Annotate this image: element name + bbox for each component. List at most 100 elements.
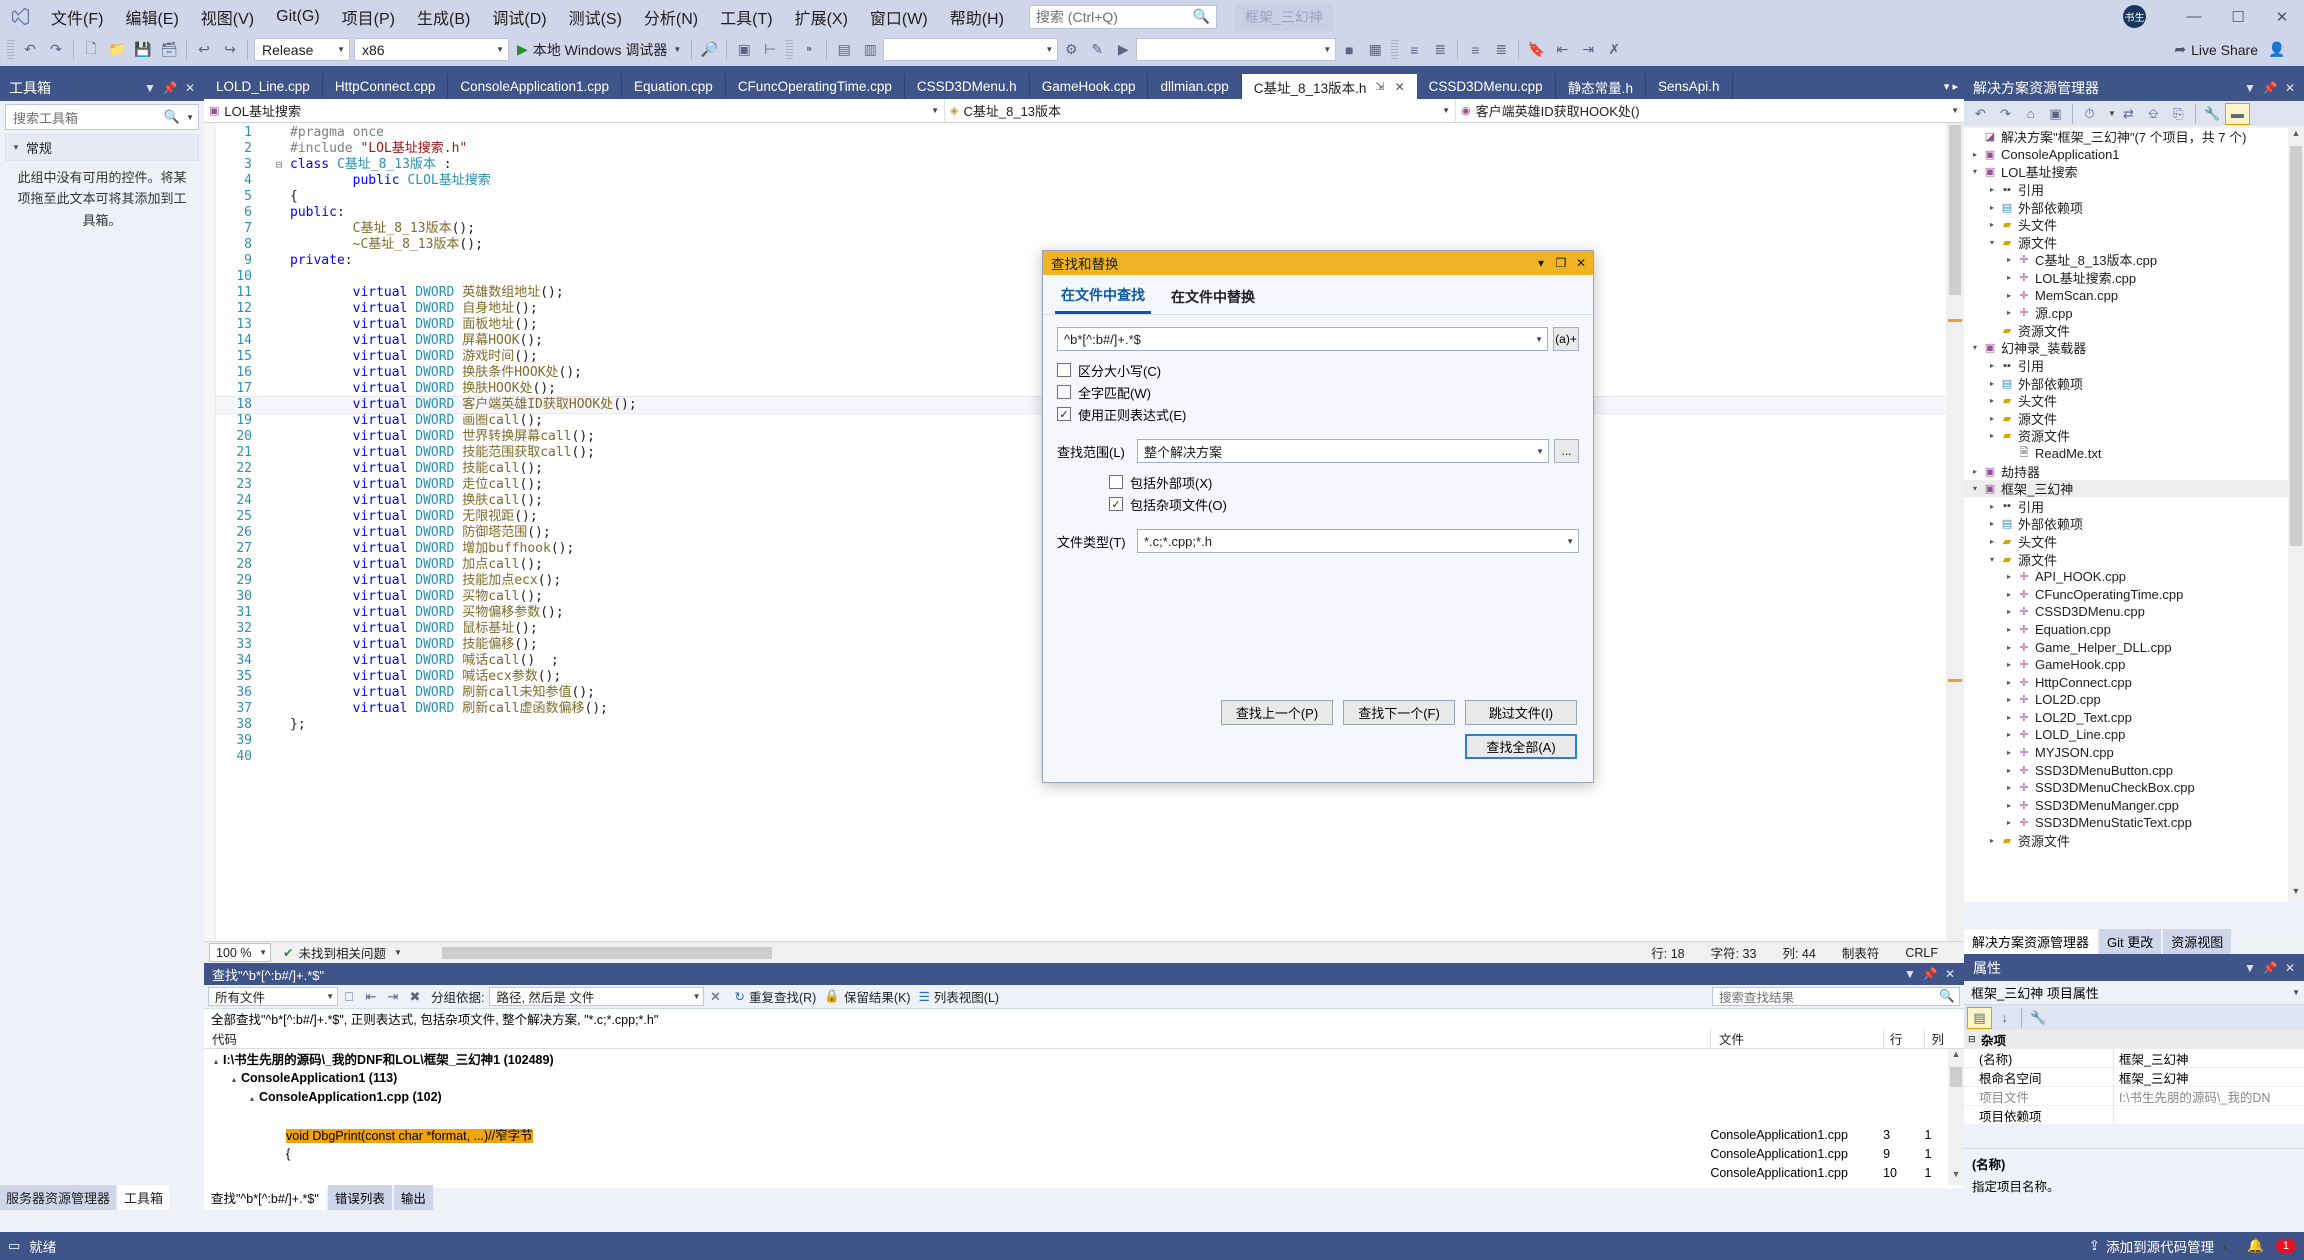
open-file-icon[interactable]: 📁 <box>104 37 130 62</box>
tree-twisty-icon[interactable]: ▸ <box>2002 730 2016 739</box>
toolbox-group-general[interactable]: ▼ 常规 <box>5 134 199 161</box>
class-view-icon[interactable]: ▦ <box>1362 37 1388 62</box>
tab-error-list[interactable]: 错误列表 <box>328 1185 392 1210</box>
tree-twisty-icon[interactable]: ▸ <box>2002 308 2016 317</box>
close-icon[interactable]: ✕ <box>1940 967 1960 981</box>
close-icon[interactable]: ✕ <box>180 81 200 95</box>
select-frame-icon[interactable]: ▣ <box>731 37 757 62</box>
minimize-button[interactable]: — <box>2172 0 2216 33</box>
scroll-down-icon[interactable]: ▼ <box>2288 886 2304 902</box>
match-whole-word-checkbox-row[interactable]: 全字匹配(W) <box>1057 381 1579 403</box>
pin-icon[interactable]: 📌 <box>160 81 180 95</box>
regex-builder-button[interactable]: (a)+ <box>1553 327 1579 351</box>
menu-help[interactable]: 帮助(H) <box>939 1 1015 33</box>
tree-twisty-icon[interactable]: ▸ <box>1968 467 1982 476</box>
clear-filter-icon[interactable]: ✖ <box>404 989 426 1005</box>
column-code[interactable]: 代码 <box>204 1029 1710 1048</box>
find-results-scrollbar[interactable]: ▲ ▼ <box>1948 1049 1964 1185</box>
navigate-backward-icon[interactable]: ↶ <box>17 37 43 62</box>
scroll-down-icon[interactable]: ▼ <box>1948 1169 1964 1185</box>
live-share-users-icon[interactable]: 👤 <box>2264 37 2290 62</box>
solution-tree-item[interactable]: ▸▰头文件 <box>1964 392 2304 410</box>
tree-twisty-icon[interactable]: ▾ <box>1985 238 1999 247</box>
solution-tree-item[interactable]: ▰资源文件 <box>1964 322 2304 340</box>
include-misc-files-checkbox[interactable]: ✓ <box>1109 497 1123 511</box>
menu-view[interactable]: 视图(V) <box>190 1 265 33</box>
chevron-down-icon[interactable]: ▼ <box>2108 109 2116 118</box>
attach-to-process-icon[interactable]: 🔎 <box>696 37 722 62</box>
solution-tree-item[interactable]: ▸✛LOLD_Line.cpp <box>1964 726 2304 744</box>
tab-overflow-button[interactable]: ▾ ▸ <box>1938 74 1964 99</box>
undo-icon[interactable]: ↩ <box>191 37 217 62</box>
editor-vertical-scrollbar[interactable] <box>1946 123 1964 941</box>
menu-edit[interactable]: 编辑(E) <box>114 1 189 33</box>
solution-tree-item[interactable]: ▾▰源文件 <box>1964 234 2304 252</box>
cancel-icon[interactable]: ✕ <box>704 989 726 1005</box>
find-result-row[interactable]: ▴ConsoleApplication1.cpp (102) <box>204 1087 1964 1106</box>
editor-tab[interactable]: 静态常量.h <box>1556 74 1646 99</box>
toolbar-combo-1[interactable]: ▼ <box>883 38 1058 61</box>
editor-tab[interactable]: HttpConnect.cpp <box>323 74 449 99</box>
repeat-find-button[interactable]: ↻ 重复查找(R) <box>734 987 816 1006</box>
solution-tree-item[interactable]: ▸✛Equation.cpp <box>1964 621 2304 639</box>
live-share-button[interactable]: ➦ Live Share <box>2168 37 2264 62</box>
tree-twisty-icon[interactable]: ▾ <box>1968 343 1982 352</box>
solution-tree-item[interactable]: ▾▰源文件 <box>1964 550 2304 568</box>
tree-twisty-icon[interactable]: ▸ <box>2002 766 2016 775</box>
scrollbar-thumb[interactable] <box>442 947 772 959</box>
find-previous-button[interactable]: 查找上一个(P) <box>1221 700 1333 725</box>
file-types-combo[interactable]: *.c;*.cpp;*.h ▼ <box>1137 529 1579 553</box>
collapse-all-icon[interactable]: ⇤ <box>360 989 382 1005</box>
tree-twisty-icon[interactable]: ▴ <box>232 1075 236 1084</box>
close-icon[interactable]: ✕ <box>1395 80 1405 94</box>
code-line[interactable]: 4 public CLOL基址搜索 <box>216 173 1946 189</box>
solution-tree-item[interactable]: ▸✛LOL2D.cpp <box>1964 691 2304 709</box>
step-icon[interactable]: ▶ <box>1110 37 1136 62</box>
tree-twisty-icon[interactable]: ▸ <box>2002 818 2016 827</box>
edit-icon[interactable]: ✎ <box>1084 37 1110 62</box>
editor-tab[interactable]: CSSD3DMenu.cpp <box>1417 74 1556 99</box>
tab-resource-view[interactable]: 资源视图 <box>2163 929 2231 954</box>
solution-platform-combo[interactable]: x86 ▼ <box>354 38 509 61</box>
solution-tree-item[interactable]: ▸✛SSD3DMenuStaticText.cpp <box>1964 814 2304 832</box>
match-case-checkbox[interactable] <box>1057 363 1071 377</box>
preview-selected-items-icon[interactable]: ▬ <box>2225 103 2250 125</box>
align-left-icon[interactable]: ≡ <box>1462 37 1488 62</box>
editor-tab[interactable]: ConsoleApplication1.cpp <box>448 74 622 99</box>
pin-icon[interactable]: 📌 <box>2260 961 2280 975</box>
zoom-level-combo[interactable]: 100 % ▼ <box>209 943 271 962</box>
solution-tree-item[interactable]: ▸▰源文件 <box>1964 410 2304 428</box>
menu-debug[interactable]: 调试(D) <box>481 1 557 33</box>
code-line[interactable]: 1#pragma once <box>216 125 1946 141</box>
solution-tree-item[interactable]: ▸✛GameHook.cpp <box>1964 656 2304 674</box>
menu-test[interactable]: 测试(S) <box>558 1 633 33</box>
chevron-down-icon[interactable]: ▼ <box>2240 81 2260 95</box>
solution-tree-item[interactable]: ▾▣幻神录_装载器 <box>1964 339 2304 357</box>
toolbox-search-input[interactable]: 搜索工具箱 🔍 ▼ <box>5 104 199 130</box>
comment-icon[interactable]: ▤ <box>831 37 857 62</box>
outdent-icon[interactable]: ≣ <box>1427 37 1453 62</box>
group-by-combo[interactable]: 路径, 然后是 文件 ▼ <box>489 987 704 1006</box>
find-result-row[interactable]: void DbgPrint(const char *format, ...)//… <box>204 1125 1964 1144</box>
copy-icon[interactable]: ⎕ <box>338 989 360 1005</box>
indent-icon[interactable]: ≡ <box>1401 37 1427 62</box>
tree-twisty-icon[interactable]: ▸ <box>2002 291 2016 300</box>
close-icon[interactable]: ✕ <box>2280 81 2300 95</box>
tab-find-in-files[interactable]: 在文件中查找 <box>1055 283 1151 314</box>
property-row[interactable]: 根命名空间框架_三幻神 <box>1964 1068 2304 1087</box>
scrollbar-thumb[interactable] <box>1950 1067 1962 1087</box>
tree-twisty-icon[interactable]: ▸ <box>1985 185 1999 194</box>
uncomment-icon[interactable]: ▥ <box>857 37 883 62</box>
menu-project[interactable]: 项目(P) <box>331 1 406 33</box>
save-all-icon[interactable]: 🗃 <box>156 37 182 62</box>
solution-tree-item[interactable]: 🗎ReadMe.txt <box>1964 445 2304 463</box>
scroll-up-icon[interactable]: ▲ <box>2288 128 2304 144</box>
new-project-icon[interactable]: 🗋 <box>78 37 104 62</box>
find-what-input[interactable]: ^b*[^:b#/]+.*$ ▼ <box>1057 327 1548 351</box>
tree-twisty-icon[interactable]: ▸ <box>1985 396 1999 405</box>
find-results-search-input[interactable]: 搜索查找结果 🔍 <box>1712 987 1960 1006</box>
tree-twisty-icon[interactable]: ▸ <box>2002 625 2016 634</box>
tree-twisty-icon[interactable]: ▸ <box>1985 836 1999 845</box>
keep-results-button[interactable]: 🔒 保留结果(K) <box>824 987 910 1006</box>
scrollbar-thumb[interactable] <box>1949 125 1961 295</box>
